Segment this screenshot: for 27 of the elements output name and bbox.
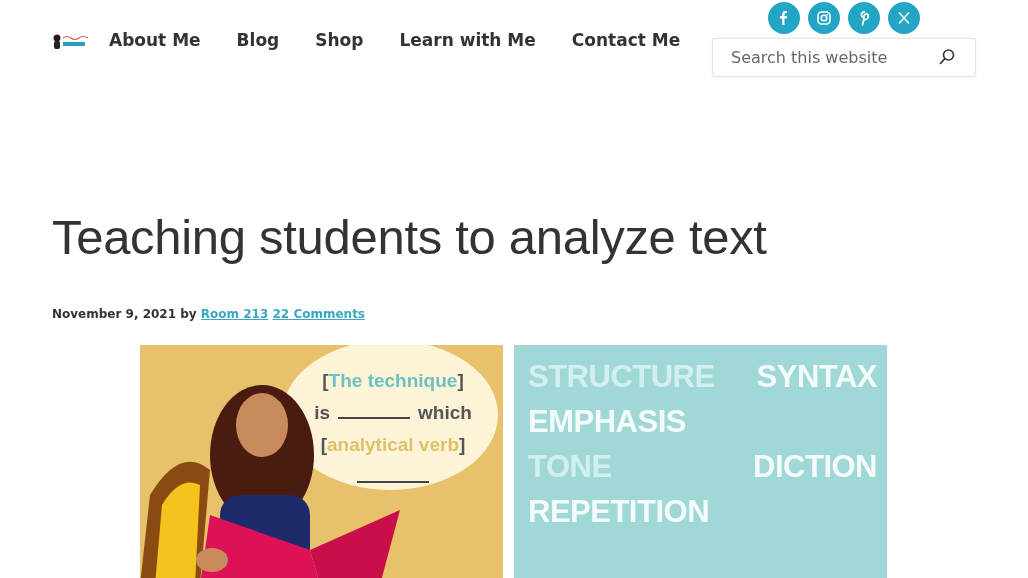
nav-link-item[interactable]: Shop: [315, 28, 364, 54]
nav-link-item[interactable]: About Me: [109, 28, 201, 54]
nav-link-item[interactable]: Contact Me: [571, 28, 681, 54]
facebook-icon[interactable]: [768, 2, 800, 34]
bubble-text: [: [322, 369, 329, 391]
bubble-text: analytical verb: [327, 433, 459, 455]
logo-icon[interactable]: [52, 32, 90, 49]
nav-link-item[interactable]: Learn with Me: [399, 28, 536, 54]
bubble-text: which: [418, 401, 472, 423]
search-icon[interactable]: [938, 48, 956, 66]
bubble-text: [: [320, 433, 327, 455]
bubble-text: is: [314, 401, 330, 423]
word-graphic-text: REPETITION: [528, 495, 709, 527]
bubble-text: ]: [459, 433, 466, 455]
bubble-text: ]: [457, 369, 464, 391]
nav-link-item[interactable]: Blog: [236, 28, 280, 54]
bubble-text: The technique: [328, 369, 458, 391]
post-date: November 9, 2021: [52, 306, 177, 321]
byline-text: by: [180, 306, 197, 321]
word-graphic-text: DICTION: [753, 450, 877, 482]
word-graphic-text: EMPHASIS: [528, 405, 686, 437]
pinterest-icon[interactable]: [848, 2, 880, 34]
word-graphic-text: SYNTAX: [756, 360, 877, 392]
post-title: Teaching students to analyze text: [52, 209, 768, 266]
search-field[interactable]: Search this website: [712, 38, 976, 77]
x-logo-icon[interactable]: [888, 2, 920, 34]
instagram-icon[interactable]: [808, 2, 840, 34]
